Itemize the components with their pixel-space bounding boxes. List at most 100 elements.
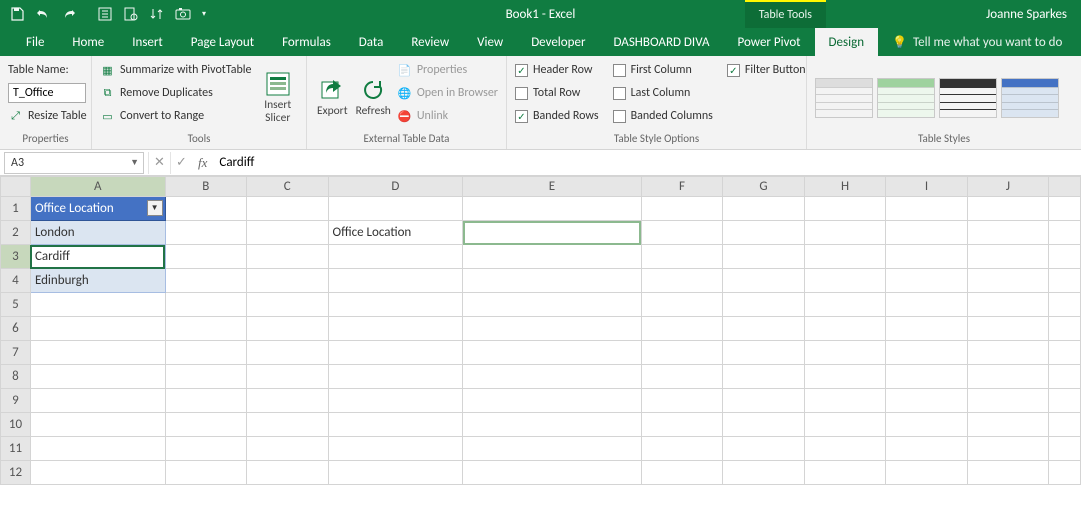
tab-view[interactable]: View xyxy=(463,28,517,56)
cell[interactable] xyxy=(30,413,165,437)
tab-review[interactable]: Review xyxy=(397,28,463,56)
cell[interactable] xyxy=(165,245,246,269)
cell[interactable] xyxy=(165,437,246,461)
cell[interactable] xyxy=(804,293,885,317)
cell[interactable] xyxy=(247,197,328,221)
formula-input[interactable] xyxy=(213,152,1081,174)
cell[interactable] xyxy=(1049,389,1081,413)
first-column-checkbox[interactable]: First Column xyxy=(613,60,713,80)
tab-formulas[interactable]: Formulas xyxy=(268,28,345,56)
cell[interactable] xyxy=(967,245,1048,269)
cell[interactable] xyxy=(641,293,722,317)
cell[interactable] xyxy=(967,437,1048,461)
cell[interactable] xyxy=(967,341,1048,365)
cell[interactable] xyxy=(30,341,165,365)
new-sheet-icon[interactable] xyxy=(94,3,116,25)
cell[interactable] xyxy=(723,269,804,293)
cell[interactable] xyxy=(247,437,328,461)
tab-power-pivot[interactable]: Power Pivot xyxy=(724,28,815,56)
cell[interactable] xyxy=(641,389,722,413)
banded-rows-checkbox[interactable]: Banded Rows xyxy=(515,106,599,126)
fx-icon[interactable]: fx xyxy=(192,155,213,171)
cell[interactable] xyxy=(641,269,722,293)
row-header-1[interactable]: 1 xyxy=(1,197,31,221)
cell[interactable] xyxy=(886,221,967,245)
cell-A4[interactable]: Edinburgh xyxy=(30,269,165,293)
cell[interactable] xyxy=(804,197,885,221)
cell[interactable] xyxy=(723,245,804,269)
cell[interactable] xyxy=(723,293,804,317)
cell[interactable] xyxy=(886,197,967,221)
cell[interactable] xyxy=(886,269,967,293)
row-header-12[interactable]: 12 xyxy=(1,461,31,485)
cell[interactable] xyxy=(328,461,463,485)
tell-me-search[interactable]: 💡 Tell me what you want to do xyxy=(878,28,1062,56)
col-header-C[interactable]: C xyxy=(247,177,328,197)
cell[interactable] xyxy=(165,293,246,317)
row-header-4[interactable]: 4 xyxy=(1,269,31,293)
cell[interactable] xyxy=(328,341,463,365)
cell[interactable] xyxy=(723,341,804,365)
tab-developer[interactable]: Developer xyxy=(517,28,599,56)
cell[interactable] xyxy=(1049,413,1081,437)
cell[interactable] xyxy=(804,365,885,389)
cell[interactable] xyxy=(165,365,246,389)
cell[interactable] xyxy=(165,269,246,293)
cell[interactable] xyxy=(641,317,722,341)
cell[interactable] xyxy=(641,365,722,389)
col-header-blank[interactable] xyxy=(1049,177,1081,197)
cell-D2[interactable]: Office Location xyxy=(328,221,463,245)
cell[interactable] xyxy=(1049,197,1081,221)
cell[interactable] xyxy=(30,389,165,413)
cell[interactable] xyxy=(1049,317,1081,341)
undo-icon[interactable] xyxy=(32,3,54,25)
cell[interactable] xyxy=(723,437,804,461)
cell[interactable] xyxy=(463,293,642,317)
spreadsheet-grid[interactable]: A B C D E F G H I J 1 Office Location▼ 2 xyxy=(0,176,1081,505)
col-header-A[interactable]: A xyxy=(30,177,165,197)
cell[interactable] xyxy=(641,461,722,485)
cell[interactable] xyxy=(328,245,463,269)
cell[interactable] xyxy=(165,389,246,413)
col-header-E[interactable]: E xyxy=(463,177,642,197)
cell[interactable] xyxy=(463,317,642,341)
resize-table-button[interactable]: ⤢ Resize Table xyxy=(8,106,87,126)
cell[interactable] xyxy=(641,341,722,365)
cell[interactable] xyxy=(165,197,246,221)
remove-duplicates-button[interactable]: ⧉Remove Duplicates xyxy=(100,83,252,103)
cell[interactable] xyxy=(165,341,246,365)
export-button[interactable]: Export xyxy=(315,60,350,131)
cell[interactable] xyxy=(30,317,165,341)
row-header-3[interactable]: 3 xyxy=(1,245,31,269)
cell-A1[interactable]: Office Location▼ xyxy=(30,197,165,221)
cell[interactable] xyxy=(886,293,967,317)
cell[interactable] xyxy=(886,437,967,461)
tab-home[interactable]: Home xyxy=(58,28,118,56)
col-header-H[interactable]: H xyxy=(804,177,885,197)
cell[interactable] xyxy=(328,365,463,389)
cell[interactable] xyxy=(804,437,885,461)
tab-dashboard-diva[interactable]: DASHBOARD DIVA xyxy=(599,28,723,56)
header-row-checkbox[interactable]: Header Row xyxy=(515,60,599,80)
cell[interactable] xyxy=(463,365,642,389)
cell[interactable] xyxy=(165,221,246,245)
tab-file[interactable]: File xyxy=(12,28,58,56)
account-name[interactable]: Joanne Sparkes xyxy=(986,7,1067,22)
cell[interactable] xyxy=(967,389,1048,413)
cell[interactable] xyxy=(804,317,885,341)
cell[interactable] xyxy=(30,293,165,317)
cell[interactable] xyxy=(247,413,328,437)
cell-A2[interactable]: London xyxy=(30,221,165,245)
col-header-F[interactable]: F xyxy=(641,177,722,197)
cell[interactable] xyxy=(463,413,642,437)
name-box[interactable]: A3 ▼ xyxy=(4,152,144,174)
cell[interactable] xyxy=(165,413,246,437)
col-header-B[interactable]: B xyxy=(165,177,246,197)
cell[interactable] xyxy=(463,245,642,269)
cell[interactable] xyxy=(463,389,642,413)
table-name-input[interactable] xyxy=(8,83,86,103)
cell[interactable] xyxy=(723,365,804,389)
cell[interactable] xyxy=(641,197,722,221)
col-header-D[interactable]: D xyxy=(328,177,463,197)
filter-dropdown-icon[interactable]: ▼ xyxy=(147,200,163,216)
